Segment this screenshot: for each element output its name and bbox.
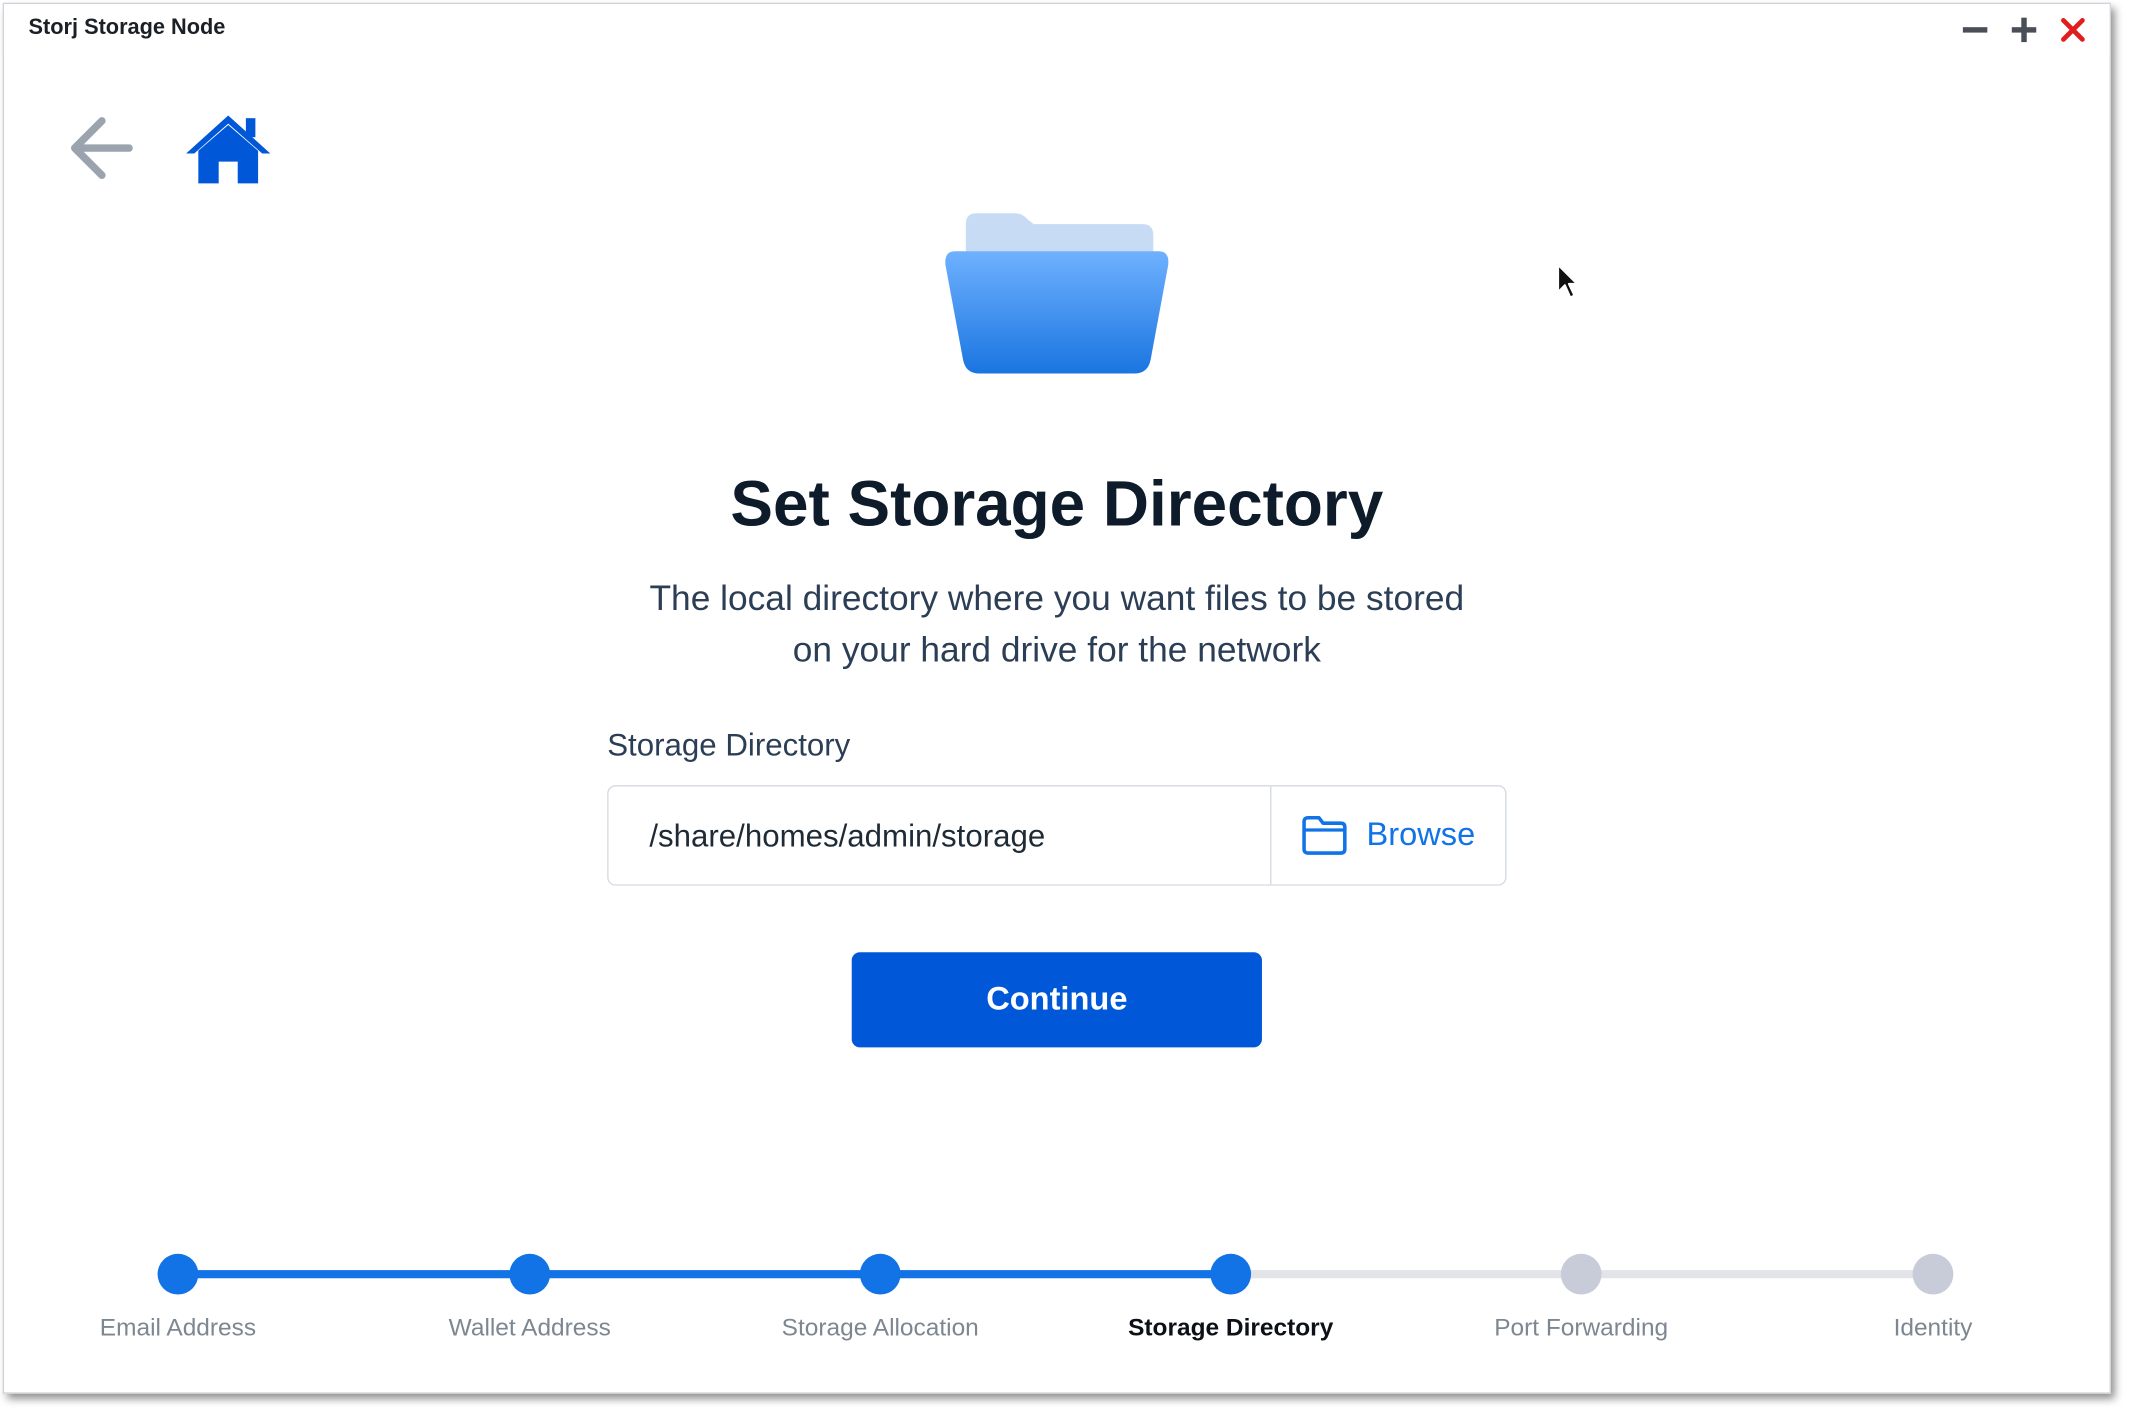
step-label-email-address: Email Address [99, 1313, 257, 1341]
step-label-storage-allocation: Storage Allocation [781, 1313, 979, 1341]
step-label-storage-directory: Storage Directory [1128, 1313, 1334, 1341]
step-dot-storage-directory[interactable] [1210, 1253, 1252, 1295]
app-window: Storj Storage Node Set Storage Directory… [2, 2, 2111, 1394]
progress-stepper: Email Address Wallet Address Storage All… [4, 4, 2110, 1392]
step-dot-port-forwarding [1560, 1253, 1602, 1295]
step-dot-wallet-address[interactable] [509, 1253, 551, 1295]
step-label-wallet-address: Wallet Address [448, 1313, 611, 1341]
step-label-port-forwarding: Port Forwarding [1494, 1313, 1669, 1341]
step-dot-storage-allocation[interactable] [859, 1253, 901, 1295]
step-dot-email-address[interactable] [157, 1253, 199, 1295]
mouse-cursor-icon [1555, 262, 1579, 307]
stepper-track-done [177, 1270, 1233, 1279]
step-dot-identity [1912, 1253, 1954, 1295]
step-label-identity: Identity [1893, 1313, 1973, 1341]
